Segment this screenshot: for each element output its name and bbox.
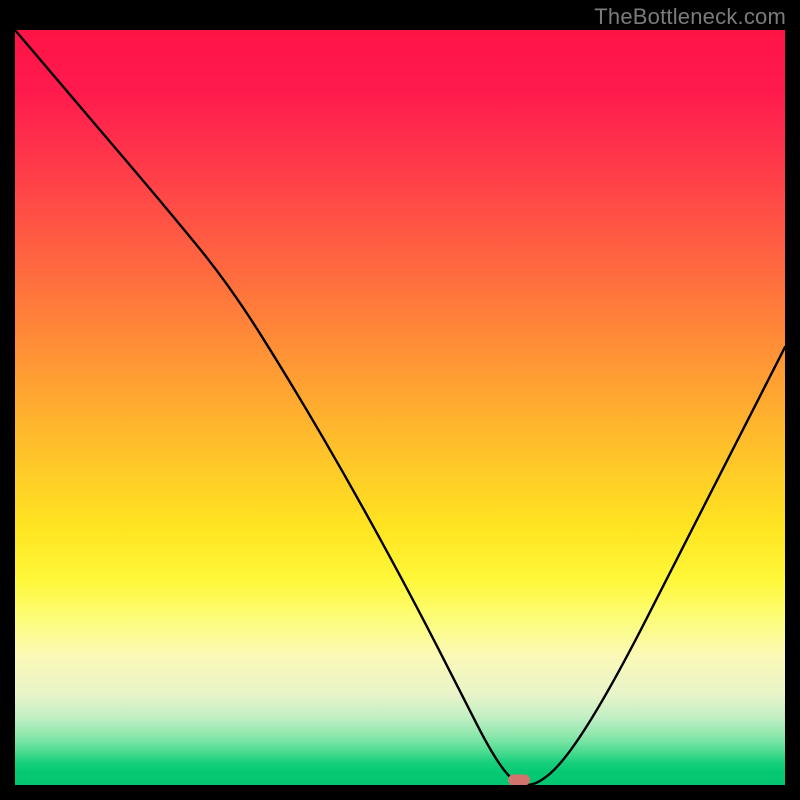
plot-area	[15, 30, 785, 785]
optimum-marker	[508, 774, 530, 785]
curve-path	[15, 30, 785, 785]
bottleneck-curve	[15, 30, 785, 785]
watermark-text: TheBottleneck.com	[594, 4, 786, 30]
chart-stage: TheBottleneck.com	[0, 0, 800, 800]
